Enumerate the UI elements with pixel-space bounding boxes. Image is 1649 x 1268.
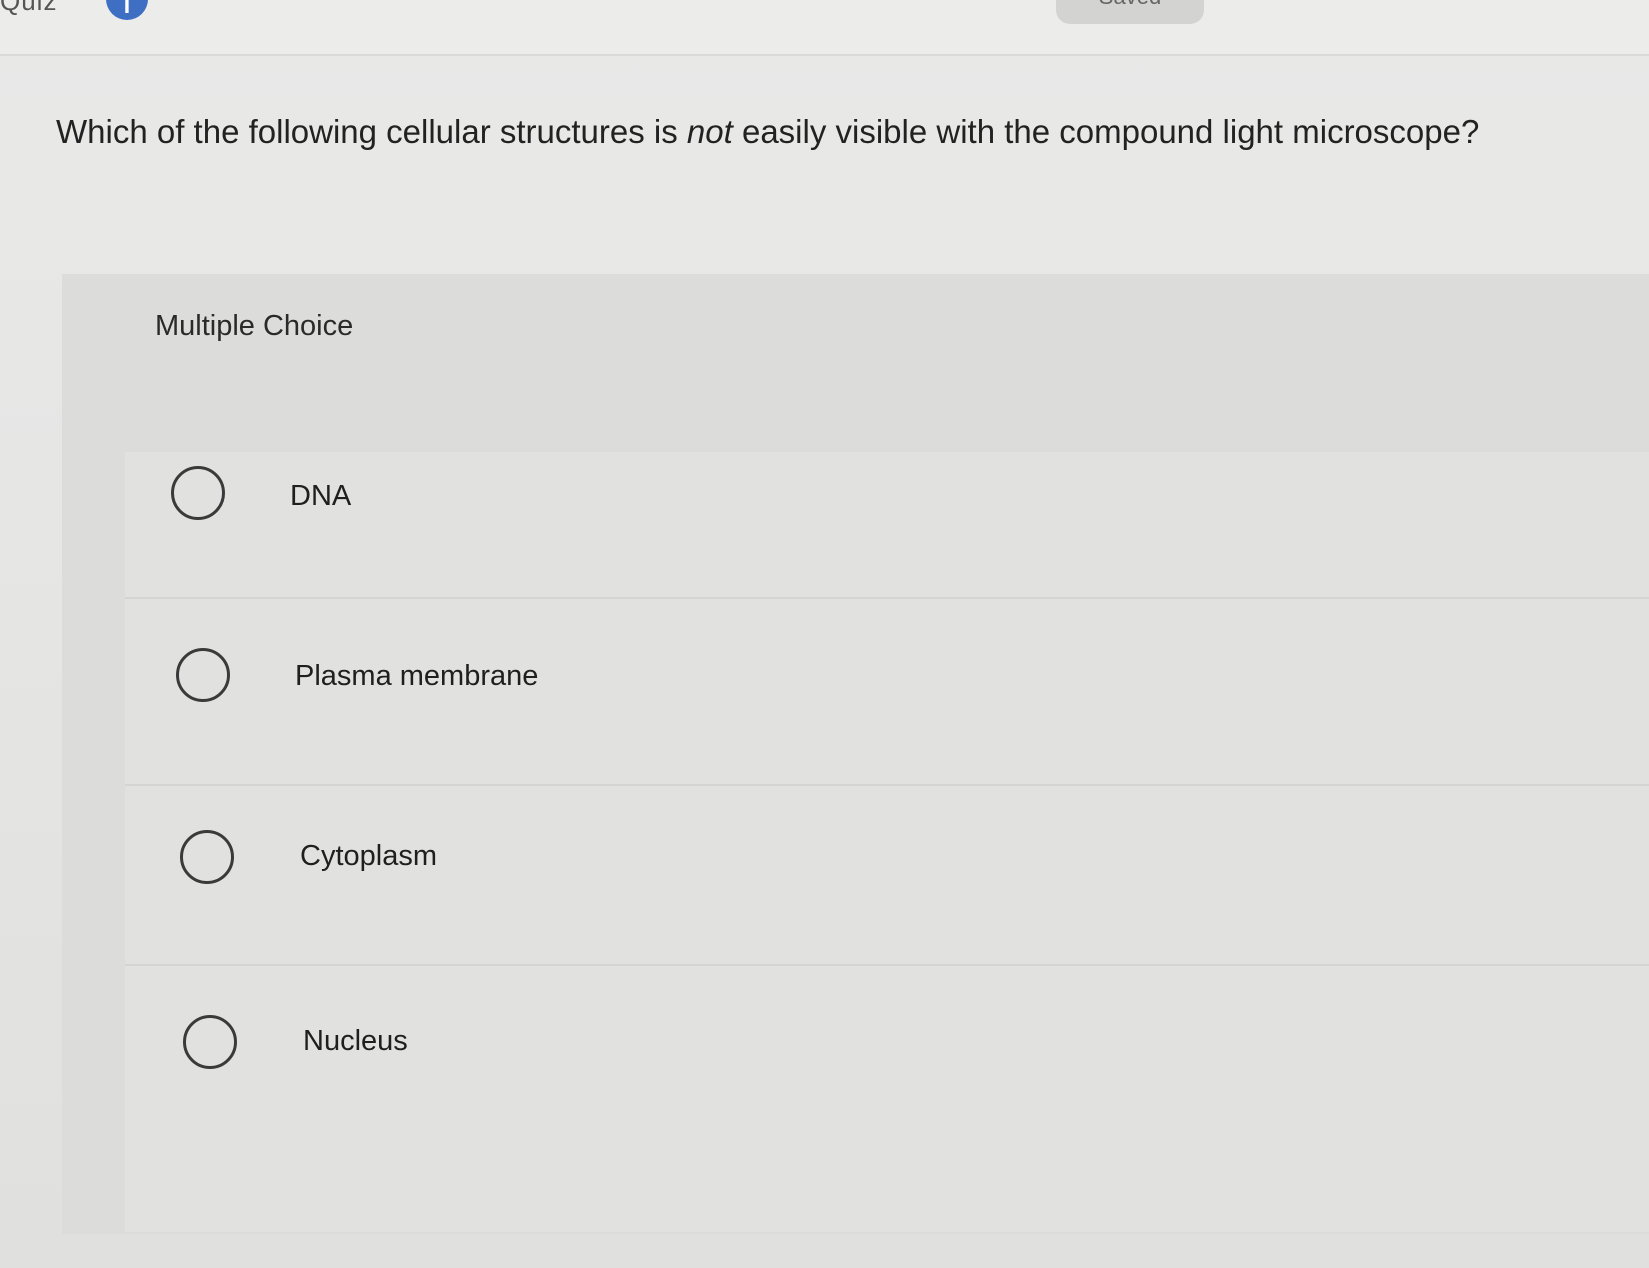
question-prompt: Which of the following cellular structur… [56,112,1616,152]
choice-label: Plasma membrane [295,660,539,692]
radio-button[interactable] [176,648,230,702]
choice-divider [125,964,1649,966]
radio-button[interactable] [171,466,225,520]
radio-button[interactable] [180,830,234,884]
choice-list: DNA Plasma membrane Cytoplasm Nucleus [125,452,1649,1232]
top-header-bar: Quiz i Saved [0,0,1649,56]
choice-option-cytoplasm[interactable]: Cytoplasm [125,818,1649,968]
question-text-start: Which of the following cellular structur… [56,113,687,150]
question-text-emphasis: not [686,113,733,150]
choice-divider [125,784,1649,786]
question-type-label: Multiple Choice [155,310,354,342]
choice-label: Cytoplasm [300,840,437,872]
choice-label: DNA [290,480,352,512]
question-text-end: easily visible with the compound light m… [732,113,1480,150]
choice-label: Nucleus [303,1025,408,1057]
saved-status-badge: Saved [1056,0,1204,24]
choice-divider [125,597,1649,599]
quiz-title-partial: Quiz [0,0,58,16]
choice-option-dna[interactable]: DNA [125,452,1649,602]
info-icon[interactable]: i [106,0,148,20]
choice-option-plasma-membrane[interactable]: Plasma membrane [125,634,1649,784]
radio-button[interactable] [183,1015,237,1069]
choice-option-nucleus[interactable]: Nucleus [125,1001,1649,1151]
